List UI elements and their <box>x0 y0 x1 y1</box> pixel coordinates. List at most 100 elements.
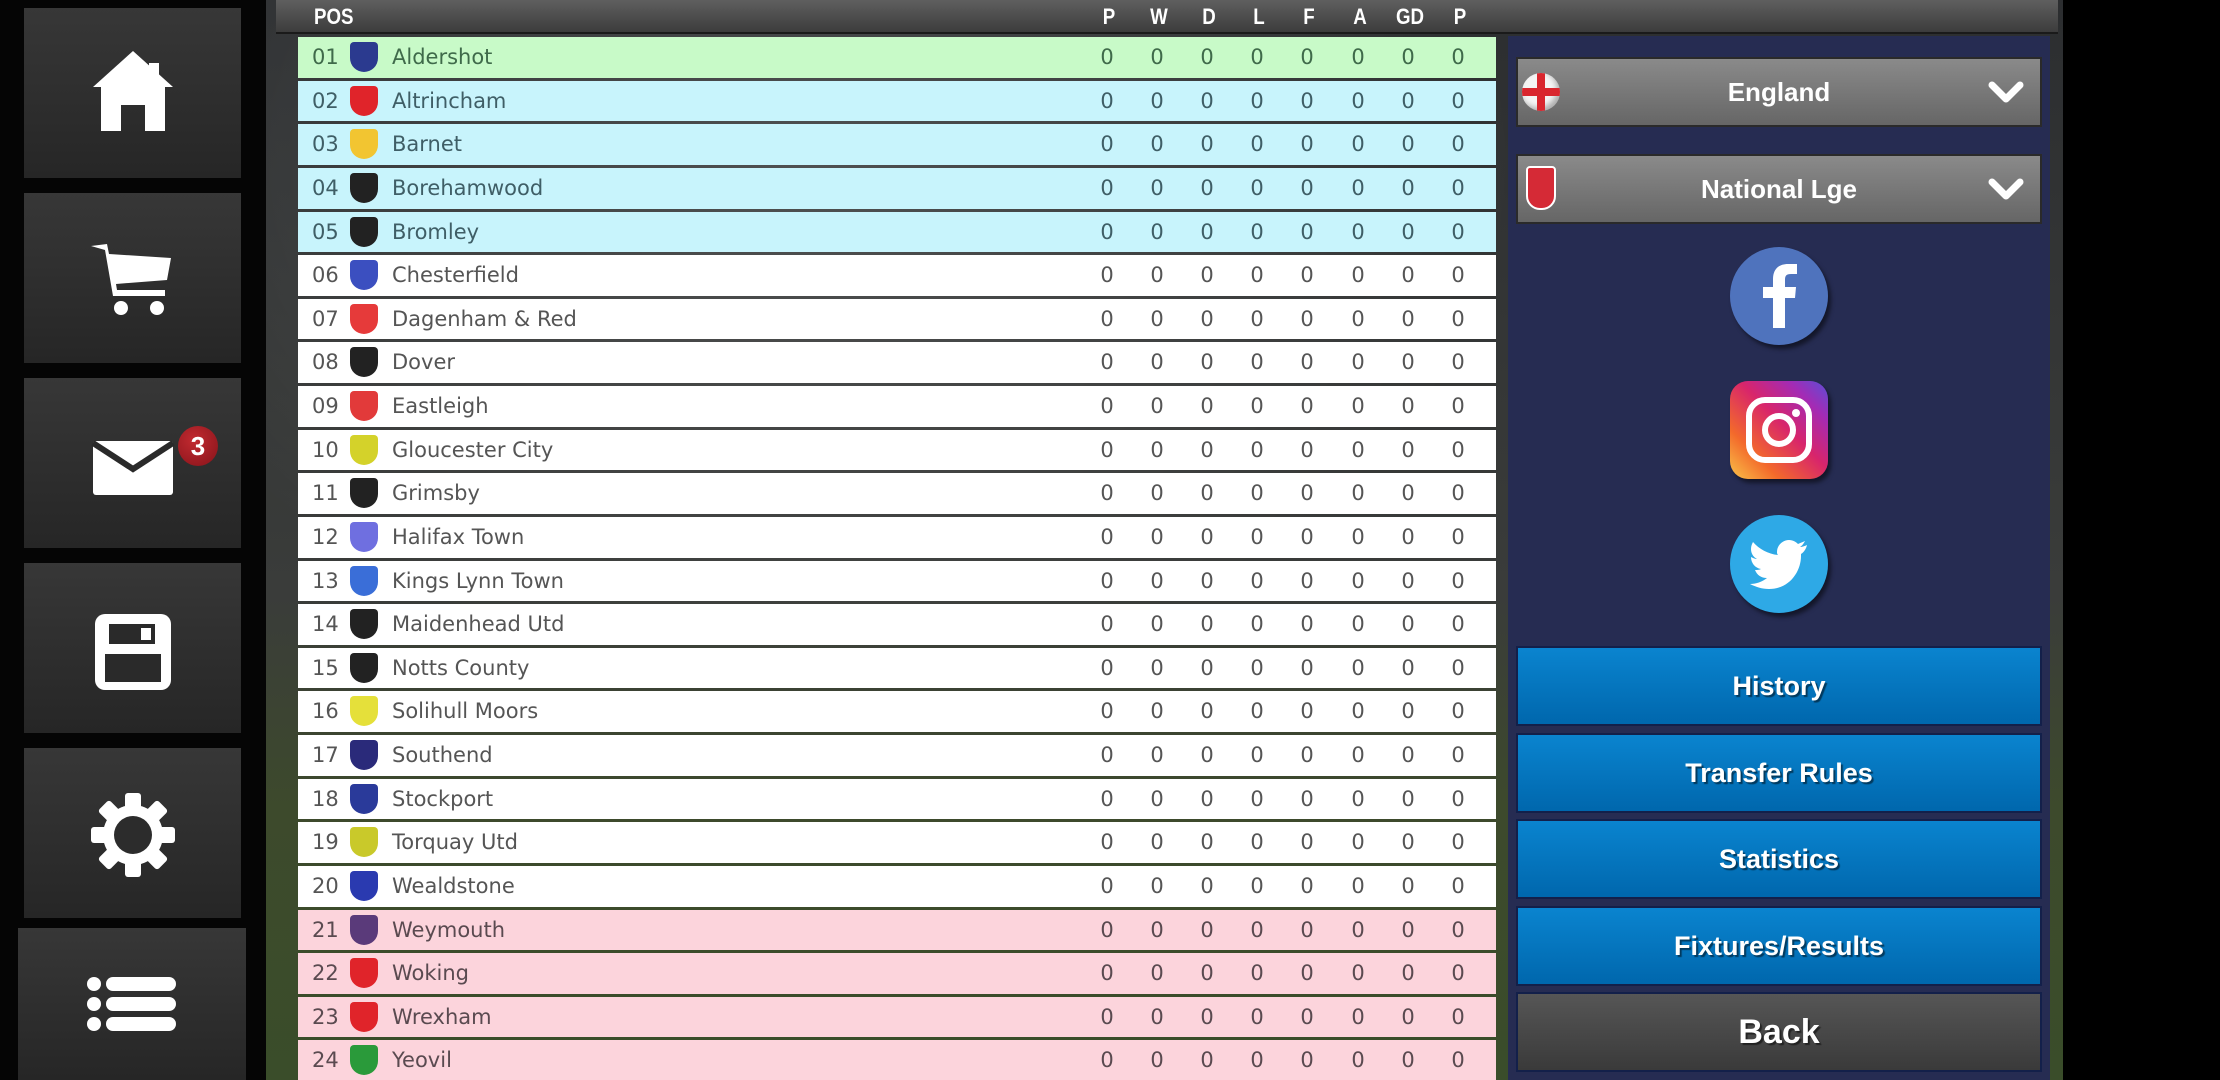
team-name[interactable]: Yeovil <box>392 1040 452 1080</box>
table-row[interactable]: 21 Weymouth 0 0 0 0 0 0 0 0 <box>298 909 1496 951</box>
team-name[interactable]: Bromley <box>392 212 479 252</box>
fixtures-results-button[interactable]: Fixtures/Results <box>1516 906 2042 986</box>
messages-button[interactable]: 3 <box>24 378 241 548</box>
table-row[interactable]: 05 Bromley 0 0 0 0 0 0 0 0 <box>298 211 1496 253</box>
table-row[interactable]: 22 Woking 0 0 0 0 0 0 0 0 <box>298 953 1496 994</box>
position: 22 <box>312 961 339 986</box>
table-row[interactable]: 20 Wealdstone 0 0 0 0 0 0 0 0 <box>298 865 1496 907</box>
transfer-rules-button[interactable]: Transfer Rules <box>1516 733 2042 813</box>
twitter-button[interactable] <box>1730 515 1828 613</box>
table-row[interactable]: 16 Solihull Moors 0 0 0 0 0 0 0 0 <box>298 691 1496 733</box>
team-name[interactable]: Weymouth <box>392 910 505 950</box>
stat-points: 0 <box>1451 45 1465 69</box>
instagram-button[interactable] <box>1730 381 1828 479</box>
stat-against: 0 <box>1351 481 1365 506</box>
team-name[interactable]: Grimsby <box>392 473 480 513</box>
team-name[interactable]: Southend <box>392 735 493 775</box>
stat-against: 0 <box>1351 306 1365 331</box>
stat-against: 0 <box>1351 132 1365 157</box>
team-name[interactable]: Halifax Town <box>392 517 524 557</box>
col-for[interactable]: F <box>1292 0 1326 34</box>
col-played[interactable]: P <box>1092 0 1126 34</box>
team-name[interactable]: Kings Lynn Town <box>392 561 564 601</box>
table-row[interactable]: 11 Grimsby 0 0 0 0 0 0 0 0 <box>298 473 1496 514</box>
stat-lost: 0 <box>1250 45 1264 69</box>
club-crest-icon <box>350 42 378 72</box>
team-name[interactable]: Borehamwood <box>392 168 543 208</box>
col-won[interactable]: W <box>1142 0 1176 34</box>
col-points[interactable]: P <box>1443 0 1477 34</box>
stat-drawn: 0 <box>1200 219 1214 244</box>
shop-button[interactable] <box>24 193 241 363</box>
table-row[interactable]: 19 Torquay Utd 0 0 0 0 0 0 0 0 <box>298 822 1496 863</box>
stat-goal-diff: 0 <box>1401 699 1415 724</box>
table-row[interactable]: 02 Altrincham 0 0 0 0 0 0 0 0 <box>298 80 1496 122</box>
table-row[interactable]: 23 Wrexham 0 0 0 0 0 0 0 0 <box>298 996 1496 1038</box>
stat-won: 0 <box>1150 743 1164 767</box>
stat-played: 0 <box>1100 263 1114 288</box>
table-row[interactable]: 12 Halifax Town 0 0 0 0 0 0 0 0 <box>298 516 1496 558</box>
team-name[interactable]: Eastleigh <box>392 386 489 426</box>
team-name[interactable]: Altrincham <box>392 81 506 121</box>
table-row[interactable]: 18 Stockport 0 0 0 0 0 0 0 0 <box>298 778 1496 820</box>
stat-won: 0 <box>1150 481 1164 506</box>
table-row[interactable]: 03 Barnet 0 0 0 0 0 0 0 0 <box>298 124 1496 165</box>
col-lost[interactable]: L <box>1242 0 1276 34</box>
table-row[interactable]: 04 Borehamwood 0 0 0 0 0 0 0 0 <box>298 167 1496 209</box>
table-row[interactable]: 09 Eastleigh 0 0 0 0 0 0 0 0 <box>298 386 1496 427</box>
statistics-button[interactable]: Statistics <box>1516 819 2042 899</box>
table-row[interactable]: 07 Dagenham & Red 0 0 0 0 0 0 0 0 <box>298 298 1496 340</box>
col-goal-diff[interactable]: GD <box>1393 0 1427 34</box>
team-name[interactable]: Chesterfield <box>392 255 519 295</box>
stat-points: 0 <box>1451 394 1465 418</box>
home-button[interactable] <box>24 8 241 178</box>
table-row[interactable]: 13 Kings Lynn Town 0 0 0 0 0 0 0 0 <box>298 560 1496 602</box>
col-against[interactable]: A <box>1343 0 1377 34</box>
club-crest-icon <box>350 609 378 640</box>
settings-button[interactable] <box>24 748 241 918</box>
menu-button[interactable] <box>18 928 246 1080</box>
country-select[interactable]: England <box>1516 57 2042 127</box>
table-row[interactable]: 15 Notts County 0 0 0 0 0 0 0 0 <box>298 647 1496 689</box>
table-row[interactable]: 08 Dover 0 0 0 0 0 0 0 0 <box>298 342 1496 384</box>
team-name[interactable]: Gloucester City <box>392 430 553 470</box>
stat-drawn: 0 <box>1200 655 1214 680</box>
stat-for: 0 <box>1300 961 1314 986</box>
table-row[interactable]: 17 Southend 0 0 0 0 0 0 0 0 <box>298 735 1496 776</box>
stat-against: 0 <box>1351 830 1365 855</box>
history-button[interactable]: History <box>1516 646 2042 726</box>
col-pos[interactable]: POS <box>314 0 353 34</box>
save-button[interactable] <box>24 563 241 733</box>
team-name[interactable]: Dagenham & Red <box>392 299 577 339</box>
stat-lost: 0 <box>1250 175 1264 200</box>
league-select[interactable]: National Lge <box>1516 154 2042 224</box>
stat-won: 0 <box>1150 786 1164 811</box>
table-row[interactable]: 01 Aldershot 0 0 0 0 0 0 0 0 <box>298 37 1496 78</box>
stat-played: 0 <box>1100 45 1114 69</box>
team-name[interactable]: Stockport <box>392 779 493 819</box>
stat-lost: 0 <box>1250 132 1264 157</box>
table-row[interactable]: 24 Yeovil 0 0 0 0 0 0 0 0 <box>298 1040 1496 1080</box>
team-name[interactable]: Maidenhead Utd <box>392 604 564 644</box>
stat-played: 0 <box>1100 394 1114 418</box>
team-name[interactable]: Woking <box>392 953 469 993</box>
team-name[interactable]: Barnet <box>392 124 462 164</box>
team-name[interactable]: Aldershot <box>392 37 492 77</box>
team-name[interactable]: Wrexham <box>392 997 492 1037</box>
col-drawn[interactable]: D <box>1192 0 1226 34</box>
table-row[interactable]: 10 Gloucester City 0 0 0 0 0 0 0 0 <box>298 429 1496 471</box>
table-row[interactable]: 14 Maidenhead Utd 0 0 0 0 0 0 0 0 <box>298 604 1496 645</box>
team-name[interactable]: Wealdstone <box>392 866 515 906</box>
stat-won: 0 <box>1150 219 1164 244</box>
stat-lost: 0 <box>1250 306 1264 331</box>
stat-points: 0 <box>1451 917 1465 942</box>
team-name[interactable]: Notts County <box>392 648 529 688</box>
team-name[interactable]: Solihull Moors <box>392 691 538 731</box>
facebook-button[interactable] <box>1730 247 1828 345</box>
stat-against: 0 <box>1351 437 1365 462</box>
club-crest-icon <box>350 1045 378 1076</box>
table-row[interactable]: 06 Chesterfield 0 0 0 0 0 0 0 0 <box>298 255 1496 296</box>
team-name[interactable]: Dover <box>392 342 455 382</box>
team-name[interactable]: Torquay Utd <box>392 822 518 862</box>
back-button[interactable]: Back <box>1516 992 2042 1072</box>
